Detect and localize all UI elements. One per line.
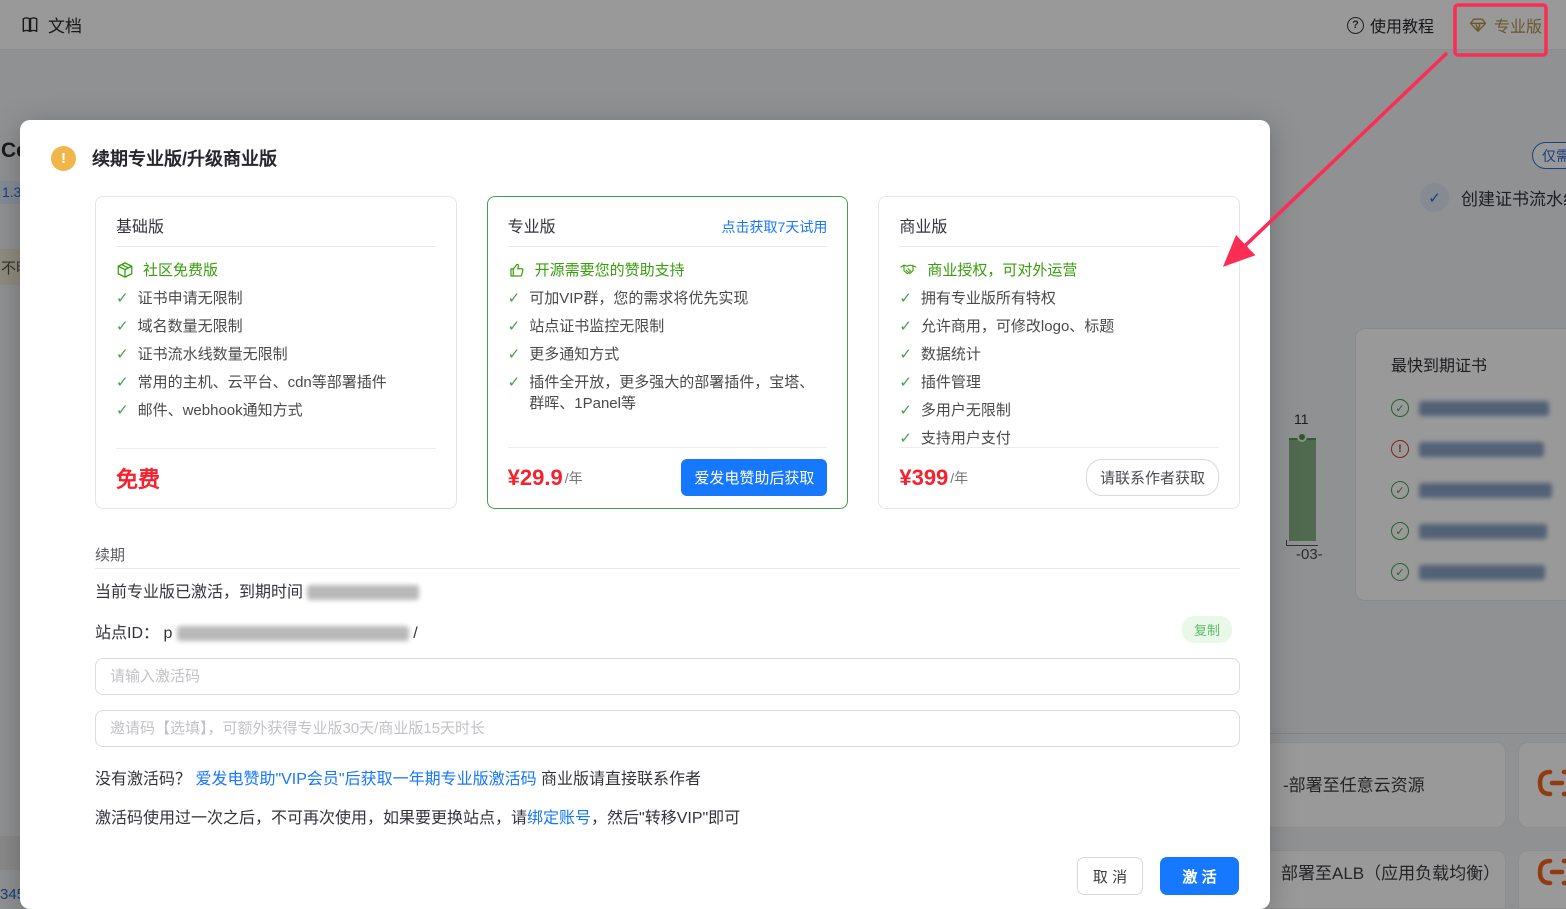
check-icon: ✓ (899, 289, 912, 307)
plan-price: ¥29.9 (507, 464, 563, 490)
thumbs-up-icon (510, 263, 524, 277)
help-text: 没有激活码？ (95, 771, 196, 788)
plan-feature: 插件管理 (920, 373, 981, 391)
package-icon (117, 261, 133, 278)
plan-feature: 插件全开放，更多强大的部署插件，宝塔、群晖、1Panel等 (529, 373, 815, 412)
plan-highlight: 商业授权，可对外运营 (927, 261, 1078, 279)
renew-divider (95, 568, 1240, 569)
trial-link[interactable]: 点击获取7天试用 (722, 217, 828, 237)
plan-feature: 证书流水线数量无限制 (137, 345, 288, 363)
help-text: 商业版请直接联系作者 (536, 771, 702, 788)
plan-feature: 数据统计 (920, 345, 981, 363)
site-id-redacted (176, 626, 409, 642)
cancel-button[interactable]: 取 消 (1077, 857, 1143, 895)
renew-section-label: 续期 (95, 547, 126, 564)
check-icon: ✓ (116, 373, 129, 391)
plan-card-business: 商业版 商业授权，可对外运营 ✓ 拥有专业版所有特权 ✓ 允许商用，可修改logo、… (878, 196, 1241, 509)
check-icon: ✓ (507, 373, 521, 391)
plan-highlight: 社区免费版 (143, 261, 219, 279)
plan-feature: 多用户无限制 (920, 401, 1011, 419)
help-text: ，然后"转移VIP"即可 (591, 810, 741, 827)
check-icon: ✓ (116, 345, 129, 363)
plan-price: 免费 (116, 467, 161, 492)
check-icon: ✓ (116, 317, 129, 335)
check-icon: ✓ (899, 317, 912, 335)
help-line-2: 激活码使用过一次之后，不可再次使用，如果要更换站点，请绑定账号，然后"转移VIP… (95, 804, 740, 828)
plan-feature: 拥有专业版所有特权 (920, 289, 1056, 307)
plan-feature: 更多通知方式 (529, 345, 620, 363)
plan-feature: 证书申请无限制 (137, 289, 243, 307)
dialog-title: 续期专业版/升级商业版 (92, 149, 277, 169)
check-icon: ✓ (899, 345, 912, 363)
check-icon: ✓ (899, 373, 912, 391)
activate-button[interactable]: 激 活 (1160, 857, 1239, 895)
warning-icon: ! (51, 145, 76, 171)
plan-feature: 允许商用，可修改logo、标题 (920, 317, 1115, 335)
expiry-date-redacted (307, 585, 420, 601)
plan-name: 基础版 (116, 219, 165, 236)
sponsor-get-button[interactable]: 爱发电赞助后获取 (681, 459, 828, 496)
invite-code-input[interactable] (95, 710, 1240, 747)
help-line-1: 没有激活码？ 爱发电赞助"VIP会员"后获取一年期专业版激活码 商业版请直接联系… (95, 765, 701, 789)
help-text: 激活码使用过一次之后，不可再次使用，如果要更换站点，请 (95, 810, 528, 827)
check-icon: ✓ (899, 429, 912, 447)
plan-feature: 常用的主机、云平台、cdn等部署插件 (137, 373, 387, 391)
plan-cards: 基础版 社区免费版 ✓ 证书申请无限制 ✓ 域名数量无限制 ✓ 证书流水线数量无限制 … (95, 196, 1241, 509)
activation-status: 当前专业版已激活，到期时间 (95, 578, 420, 602)
check-icon: ✓ (507, 317, 521, 335)
site-id-row: 站点ID： p / (95, 619, 418, 643)
plan-highlight: 开源需要您的赞助支持 (534, 261, 685, 279)
check-icon: ✓ (899, 401, 912, 419)
plan-card-basic: 基础版 社区免费版 ✓ 证书申请无限制 ✓ 域名数量无限制 ✓ 证书流水线数量无限制 … (95, 196, 457, 509)
plan-feature: 站点证书监控无限制 (529, 317, 665, 335)
check-icon: ✓ (116, 289, 129, 307)
handshake-icon (900, 264, 917, 274)
contact-author-button[interactable]: 请联系作者获取 (1086, 459, 1220, 496)
plan-name: 专业版 (507, 219, 556, 236)
site-id-suffix: / (413, 625, 418, 642)
check-icon: ✓ (507, 345, 521, 363)
plan-price-unit: /年 (564, 469, 583, 486)
activation-code-input[interactable] (95, 658, 1240, 695)
upgrade-dialog: ! 续期专业版/升级商业版 基础版 社区免费版 ✓ 证书申请无限制 ✓ 域名数量无限… (20, 120, 1270, 909)
check-icon: ✓ (507, 289, 521, 307)
dialog-header: ! 续期专业版/升级商业版 (51, 145, 277, 171)
plan-name: 商业版 (899, 219, 948, 236)
dialog-footer: 取 消 激 活 (1077, 857, 1239, 895)
plan-feature: 支持用户支付 (920, 429, 1011, 447)
plan-card-pro: 专业版 点击获取7天试用 开源需要您的赞助支持 ✓ 可加VIP群，您的需求将优先实… (486, 196, 849, 509)
check-icon: ✓ (116, 401, 129, 419)
copy-button[interactable]: 复制 (1182, 616, 1233, 643)
plan-price: ¥399 (899, 464, 949, 490)
plan-feature: 邮件、webhook通知方式 (137, 401, 303, 419)
bind-account-link[interactable]: 绑定账号 (527, 810, 591, 827)
status-text: 当前专业版已激活，到期时间 (95, 584, 304, 601)
app-page: 文档 ? 使用教程 专业版 Cer 1.3 不明 345 仅需 ✓ 创建证书流水… (0, 0, 1566, 909)
sponsor-vip-link[interactable]: 爱发电赞助"VIP会员"后获取一年期专业版激活码 (195, 771, 536, 788)
plan-feature: 域名数量无限制 (137, 317, 243, 335)
plan-feature: 可加VIP群，您的需求将优先实现 (529, 289, 749, 307)
site-id-prefix: p (163, 625, 173, 642)
plan-price-unit: /年 (950, 469, 969, 486)
site-id-label: 站点ID： (95, 625, 160, 642)
